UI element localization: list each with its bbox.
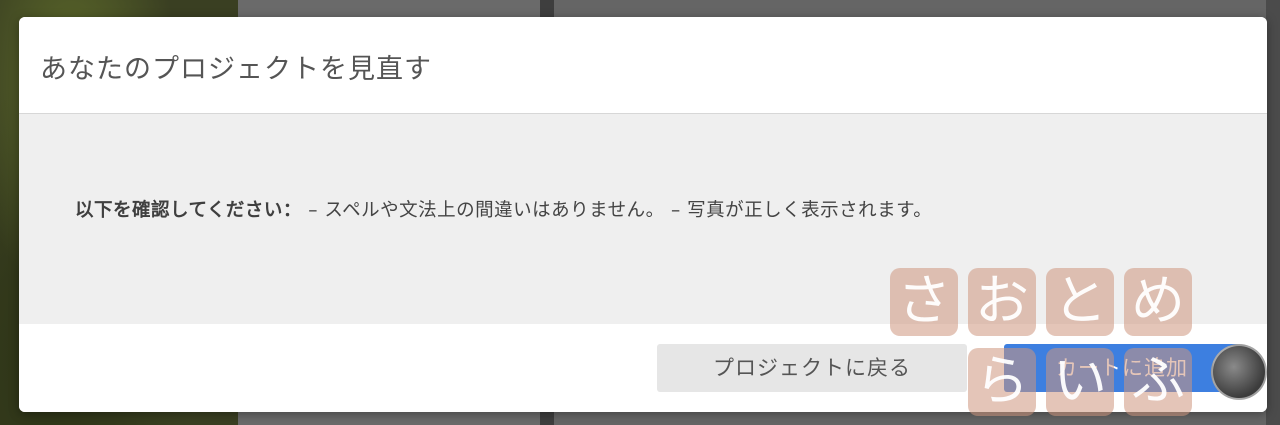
dialog-message: 以下を確認してください： – スペルや文法上の間違いはありません。 – 写真が正… [75, 196, 932, 222]
dialog-footer: プロジェクトに戻る カートに追加 [19, 324, 1267, 412]
dialog-header: あなたのプロジェクトを見直す [19, 17, 1267, 114]
back-to-project-button[interactable]: プロジェクトに戻る [657, 344, 967, 392]
message-heading: 以下を確認してください： [75, 200, 302, 221]
add-to-cart-button[interactable]: カートに追加 [1004, 344, 1240, 392]
background-edge [1266, 0, 1280, 425]
dialog-body: 以下を確認してください： – スペルや文法上の間違いはありません。 – 写真が正… [19, 114, 1267, 324]
review-project-dialog: あなたのプロジェクトを見直す 以下を確認してください： – スペルや文法上の間違… [19, 17, 1267, 412]
dialog-title: あなたのプロジェクトを見直す [40, 54, 432, 85]
message-text: – スペルや文法上の間違いはありません。 – 写真が正しく表示されます。 [301, 200, 933, 221]
